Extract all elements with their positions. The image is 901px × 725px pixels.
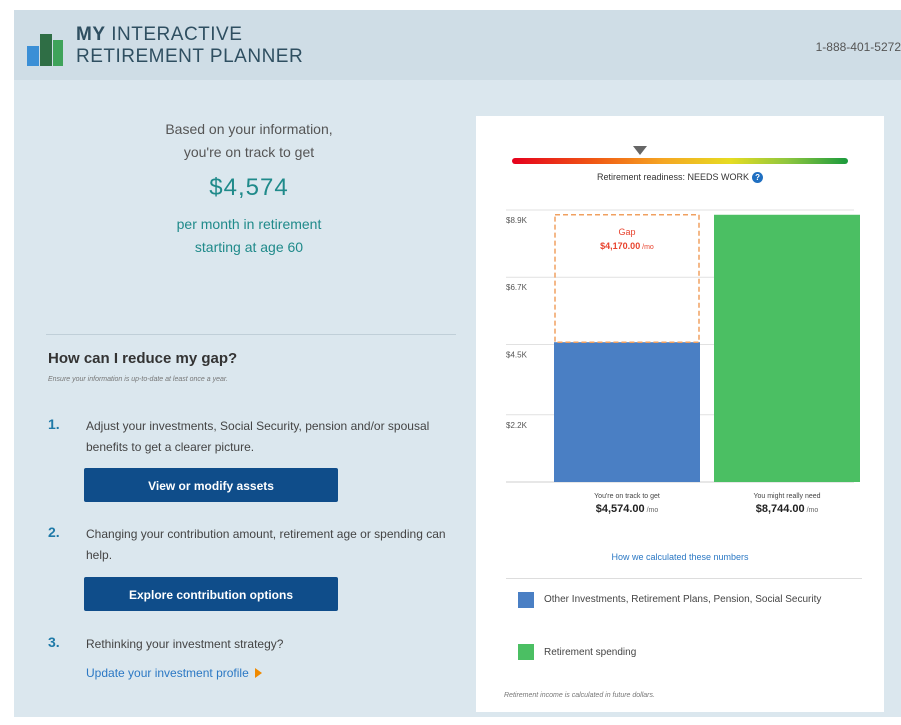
footnote: Retirement income is calculated in futur… — [504, 692, 655, 699]
bar-value-label: $4,574.00 /mo — [596, 503, 659, 515]
summary-line3: per month in retirement — [176, 216, 322, 232]
header: MY INTERACTIVE RETIREMENT PLANNER 1-888-… — [14, 10, 901, 80]
step-number: 1. — [48, 416, 60, 432]
summary-line1: Based on your information, — [165, 121, 333, 137]
y-tick-label: $6.7K — [506, 283, 528, 292]
left-column: Based on your information, you're on tra… — [14, 80, 464, 717]
gap-value-label: $4,170.00 /mo — [600, 241, 654, 251]
legend-swatch-investments — [518, 592, 534, 608]
monthly-amount: $4,574 — [209, 174, 289, 201]
x-category-label: You're on track to get — [594, 493, 660, 500]
app-window: MY INTERACTIVE RETIREMENT PLANNER 1-888-… — [14, 10, 901, 717]
phone-number[interactable]: 1-888-401-5272 — [816, 40, 901, 54]
update-profile-link-wrap[interactable]: Update your investment profile — [86, 664, 262, 682]
brand-line2: RETIREMENT PLANNER — [76, 46, 304, 67]
gap-label: Gap — [618, 227, 635, 237]
brand-bold: MY — [76, 24, 106, 45]
bar-value-label: $8,744.00 /mo — [756, 503, 819, 515]
step-text: Changing your contribution amount, retir… — [86, 527, 446, 562]
arrow-right-icon — [254, 667, 262, 678]
step-text: Rethinking your investment strategy? — [86, 637, 284, 651]
reduce-gap-title: How can I reduce my gap? — [48, 350, 238, 367]
summary-line4: starting at age 60 — [194, 239, 304, 255]
legend-label-investments: Other Investments, Retirement Plans, Pen… — [544, 594, 822, 605]
y-tick-label: $2.2K — [506, 421, 528, 430]
update-profile-link[interactable]: Update your investment profile — [86, 666, 249, 680]
step-number: 2. — [48, 524, 60, 540]
calculation-link[interactable]: How we calculated these numbers — [476, 552, 884, 562]
legend-swatch-spending — [518, 644, 534, 660]
reduce-gap-subtitle: Ensure your information is up-to-date at… — [48, 376, 228, 383]
explore-contribution-button[interactable]: Explore contribution options — [84, 577, 338, 611]
summary: Based on your information, you're on tra… — [54, 118, 444, 259]
step-text: Adjust your investments, Social Security… — [86, 419, 430, 454]
retirement-chart: $8.9K $6.7K $4.5K $2.2K You're on track to g… — [506, 209, 860, 515]
legend-label-spending: Retirement spending — [544, 647, 637, 658]
divider — [46, 334, 456, 335]
step-number: 3. — [48, 634, 60, 650]
y-tick-label: $8.9K — [506, 216, 528, 225]
chart-panel: Retirement readiness: NEEDS WORK? $8.9K $… — [476, 116, 884, 712]
brand-title: MY INTERACTIVE RETIREMENT PLANNER — [76, 24, 303, 68]
bar-need — [714, 214, 860, 482]
brand-line1: INTERACTIVE — [111, 24, 243, 45]
x-category-label: You might really need — [753, 493, 820, 500]
legend-divider — [506, 578, 862, 579]
logo-icon — [27, 30, 63, 66]
bar-on-track — [554, 342, 700, 482]
view-modify-assets-button[interactable]: View or modify assets — [84, 468, 338, 502]
y-tick-label: $4.5K — [506, 350, 528, 359]
summary-line2: you're on track to get — [183, 144, 315, 160]
